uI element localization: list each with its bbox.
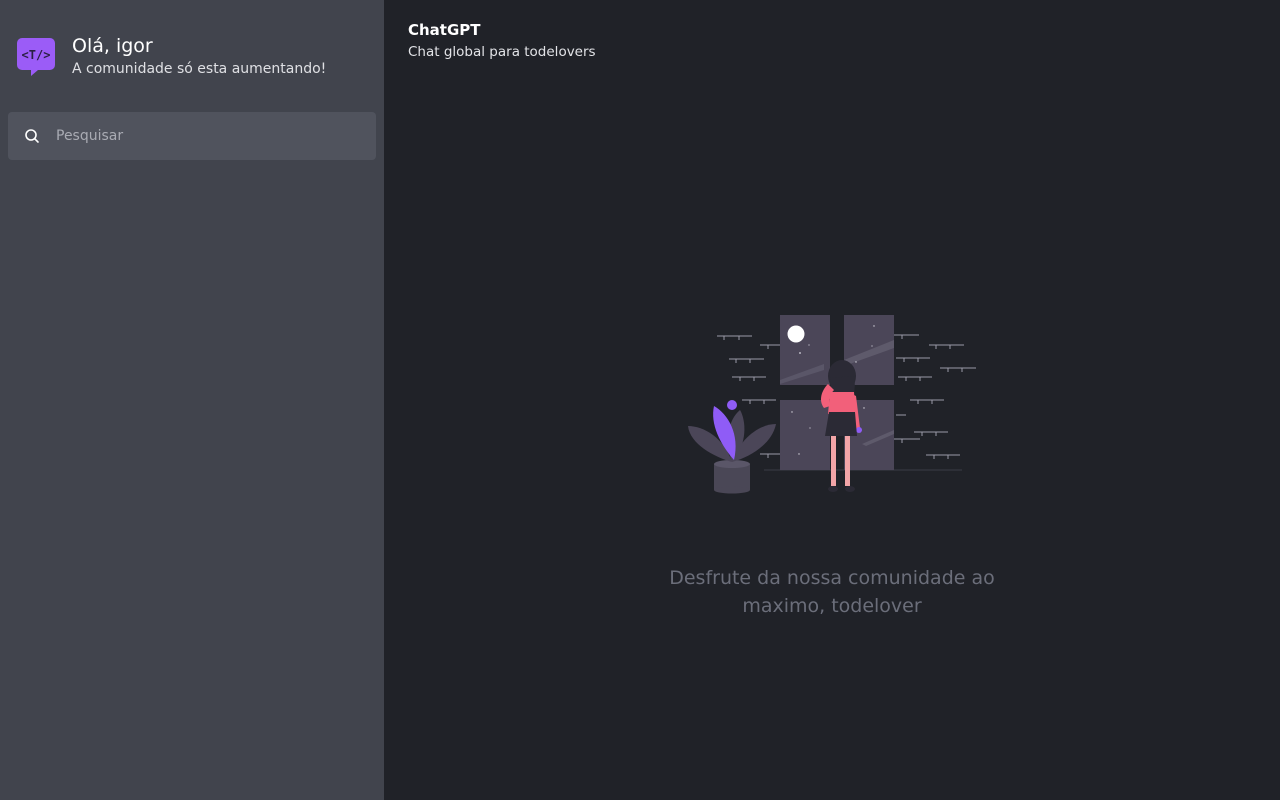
svg-text:<T/>: <T/> [22, 48, 51, 62]
greeting-title: Olá, igor [72, 35, 153, 57]
search-icon [25, 129, 39, 143]
empty-state-message: Desfrute da nossa comunidade ao maximo, … [669, 567, 995, 617]
greeting-subtitle: A comunidade só esta aumentando! [72, 61, 327, 77]
chat-subtitle: Chat global para todelovers [408, 44, 596, 60]
profile-header: <T/> Olá, igor A comunidade só esta aume… [16, 34, 326, 79]
woman-at-window-illustration [688, 315, 976, 494]
search-input[interactable] [56, 128, 346, 144]
greeting-block: Olá, igor A comunidade só esta aumentand… [72, 34, 326, 79]
chat-title: ChatGPT [408, 21, 481, 39]
todelovers-chat-logo-icon: <T/> [17, 38, 55, 76]
sidebar: <T/> Olá, igor A comunidade só esta aume… [0, 0, 384, 800]
chat-header: ChatGPT Chat global para todelovers [408, 20, 596, 62]
chat-panel: ChatGPT Chat global para todelovers Desf… [384, 0, 1280, 800]
app-window: <T/> Olá, igor A comunidade só esta aume… [0, 0, 1280, 800]
search-box[interactable] [8, 112, 376, 160]
